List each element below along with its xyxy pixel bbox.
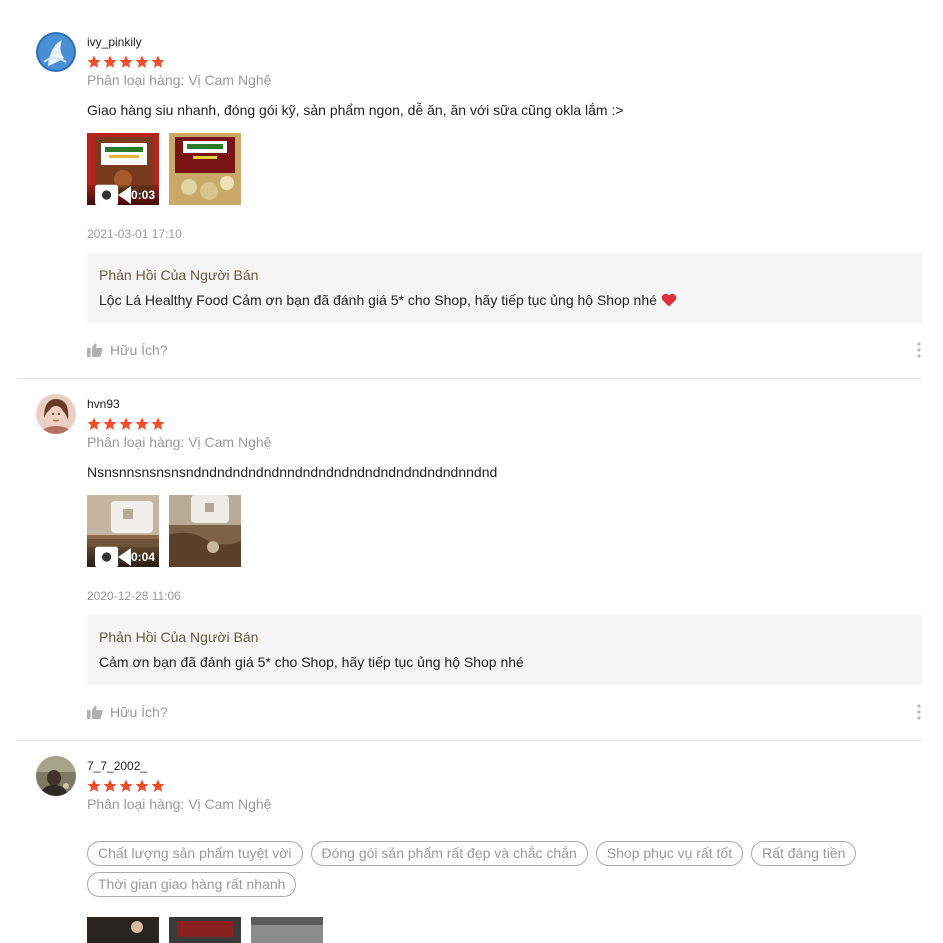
star-icon	[103, 417, 117, 430]
avatar[interactable]	[36, 394, 76, 434]
star-icon	[87, 55, 101, 68]
star-rating	[87, 417, 165, 431]
avatar[interactable]	[36, 756, 76, 796]
more-options-icon[interactable]	[916, 342, 922, 358]
image-thumbnail[interactable]	[169, 495, 241, 567]
image-thumbnail[interactable]	[87, 917, 159, 943]
reply-text: Cảm ơn bạn đã đánh giá 5* cho Shop, hãy …	[99, 654, 524, 670]
swan-avatar-icon	[36, 32, 76, 72]
star-icon	[135, 417, 149, 430]
review-time: 2020-12-28 11:06	[87, 589, 181, 603]
star-icon	[103, 779, 117, 792]
more-options-icon[interactable]	[916, 704, 922, 720]
review-tag: Thời gian giao hàng rất nhanh	[87, 872, 297, 897]
reply-text: Lộc Lá Healthy Food Cảm ơn bạn đã đánh g…	[99, 292, 657, 308]
avatar[interactable]	[36, 32, 76, 72]
video-duration: 0:04	[130, 550, 155, 564]
video-camera-icon	[95, 546, 131, 567]
heart-icon	[661, 293, 677, 307]
username: ivy_pinkily	[87, 35, 142, 49]
thumbs-up-icon	[87, 343, 103, 357]
review-media: 0:04	[87, 495, 241, 567]
helpful-button[interactable]: Hữu Ích?	[87, 342, 168, 358]
review-tags: Chất lượng sản phẩm tuyệt vời Đóng gói s…	[87, 841, 907, 897]
review-comment: Nsnsnnsnsnsnsndndndndndndnndndndndndndnd…	[87, 464, 498, 480]
username: 7_7_2002_	[87, 759, 148, 773]
helpful-label: Hữu Ích?	[110, 342, 168, 358]
star-rating	[87, 55, 165, 69]
divider	[17, 378, 922, 379]
video-thumbnail[interactable]: 0:03	[87, 133, 159, 205]
star-icon	[119, 779, 133, 792]
person-avatar-icon	[36, 394, 76, 434]
review-tag: Chất lượng sản phẩm tuyệt vời	[87, 841, 303, 866]
product-variation: Phân loại hàng: Vị Cam Nghệ	[87, 796, 272, 812]
star-icon	[87, 417, 101, 430]
product-variation: Phân loại hàng: Vị Cam Nghệ	[87, 434, 272, 450]
video-thumbnail[interactable]: 0:04	[87, 495, 159, 567]
helpful-label: Hữu Ích?	[110, 704, 168, 720]
review-media	[87, 917, 323, 943]
image-thumbnail[interactable]	[169, 133, 241, 205]
reply-title: Phản Hồi Của Người Bán	[99, 267, 259, 283]
image-thumbnail[interactable]	[169, 917, 241, 943]
thumbs-up-icon	[87, 705, 103, 719]
star-icon	[151, 55, 165, 68]
star-icon	[119, 417, 133, 430]
image-thumbnail[interactable]	[251, 917, 323, 943]
seller-reply: Phản Hồi Của Người Bán Lộc Lá Healthy Fo…	[87, 253, 922, 323]
star-icon	[151, 417, 165, 430]
star-icon	[135, 779, 149, 792]
reply-title: Phản Hồi Của Người Bán	[99, 629, 259, 645]
review-media: 0:03	[87, 133, 241, 205]
review-tag: Đóng gói sản phẩm rất đẹp và chắc chắn	[310, 841, 588, 866]
product-variation: Phân loại hàng: Vị Cam Nghệ	[87, 72, 272, 88]
star-icon	[103, 55, 117, 68]
video-duration: 0:03	[130, 188, 155, 202]
review-time: 2021-03-01 17:10	[87, 227, 182, 241]
star-icon	[87, 779, 101, 792]
star-icon	[135, 55, 149, 68]
review-tag: Rất đáng tiền	[751, 841, 857, 866]
divider	[17, 740, 922, 741]
star-rating	[87, 779, 165, 793]
review-comment: Giao hàng siu nhanh, đóng gói kỹ, sản ph…	[87, 102, 624, 118]
username: hvn93	[87, 397, 120, 411]
seller-reply: Phản Hồi Của Người Bán Cảm ơn bạn đã đán…	[87, 615, 922, 685]
helpful-button[interactable]: Hữu Ích?	[87, 704, 168, 720]
star-icon	[119, 55, 133, 68]
review-tag: Shop phục vụ rất tốt	[595, 841, 744, 866]
photo-avatar-icon	[36, 756, 76, 796]
video-camera-icon	[95, 184, 131, 205]
star-icon	[151, 779, 165, 792]
